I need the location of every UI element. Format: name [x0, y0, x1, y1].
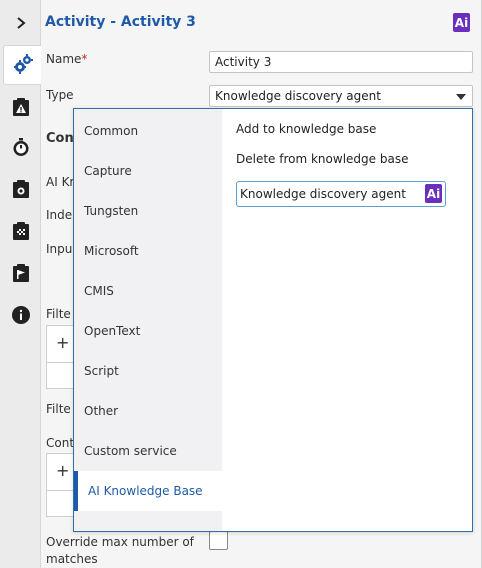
ai-knowledge-label: AI Kr [46, 175, 75, 189]
type-label: Type [46, 88, 74, 102]
option-label: Knowledge discovery agent [240, 187, 406, 201]
caret-down-icon [456, 94, 466, 100]
expand-panel-button[interactable] [0, 4, 41, 44]
chevron-right-icon [14, 16, 28, 33]
flag-board-icon [11, 263, 31, 286]
name-label: Name* [46, 52, 88, 66]
flag-clipboard-icon [11, 221, 31, 244]
tab-timers[interactable] [0, 128, 41, 168]
section-heading: Con [46, 131, 74, 146]
category-other[interactable]: Other [74, 391, 222, 431]
option-delete-from-knowledge-base[interactable]: Delete from knowledge base [236, 152, 408, 166]
category-cmis[interactable]: CMIS [74, 271, 222, 311]
filter-label: Filte [46, 307, 71, 321]
tab-milestones[interactable] [0, 212, 41, 252]
warning-clipboard-icon [11, 97, 31, 120]
type-select-value: Knowledge discovery agent [215, 89, 381, 103]
tab-warnings[interactable] [0, 88, 41, 128]
info-icon [11, 305, 31, 328]
option-knowledge-discovery-agent[interactable]: Knowledge discovery agent Ai [236, 181, 446, 207]
tab-capture[interactable] [0, 170, 41, 210]
add-filter-button[interactable]: + [56, 333, 69, 352]
required-mark: * [81, 52, 88, 66]
add-content-button[interactable]: + [56, 461, 69, 480]
page-title: Activity - Activity 3 [45, 14, 196, 30]
left-icon-rail [0, 0, 42, 568]
camera-clipboard-icon [11, 179, 31, 202]
category-capture[interactable]: Capture [74, 151, 222, 191]
content-label: Cont [46, 436, 75, 450]
ai-icon: Ai [425, 184, 442, 203]
option-add-to-knowledge-base[interactable]: Add to knowledge base [236, 122, 376, 136]
filter-label-2: Filte [46, 402, 71, 416]
gears-icon [12, 53, 34, 78]
category-microsoft[interactable]: Microsoft [74, 231, 222, 271]
type-select[interactable]: Knowledge discovery agent [209, 85, 473, 107]
category-tungsten[interactable]: Tungsten [74, 191, 222, 231]
tab-properties[interactable] [3, 45, 42, 85]
stopwatch-icon [11, 137, 31, 160]
override-max-matches-checkbox[interactable] [209, 531, 228, 550]
tab-info[interactable] [0, 296, 41, 336]
category-custom-service[interactable]: Custom service [74, 431, 222, 471]
input-label: Inpu [46, 242, 73, 256]
category-list: Common Capture Tungsten Microsoft CMIS O… [74, 109, 222, 531]
override-max-matches-label: Override max number of matches [46, 535, 194, 566]
category-ai-knowledge-base[interactable]: AI Knowledge Base [74, 471, 222, 511]
category-opentext[interactable]: OpenText [74, 311, 222, 351]
type-dropdown-popup: Common Capture Tungsten Microsoft CMIS O… [73, 108, 473, 532]
index-label: Inde [46, 208, 73, 222]
category-common[interactable]: Common [74, 111, 222, 151]
name-input[interactable]: Activity 3 [209, 51, 473, 73]
category-script[interactable]: Script [74, 351, 222, 391]
ai-icon: Ai [453, 13, 470, 32]
tab-flags[interactable] [0, 254, 41, 294]
